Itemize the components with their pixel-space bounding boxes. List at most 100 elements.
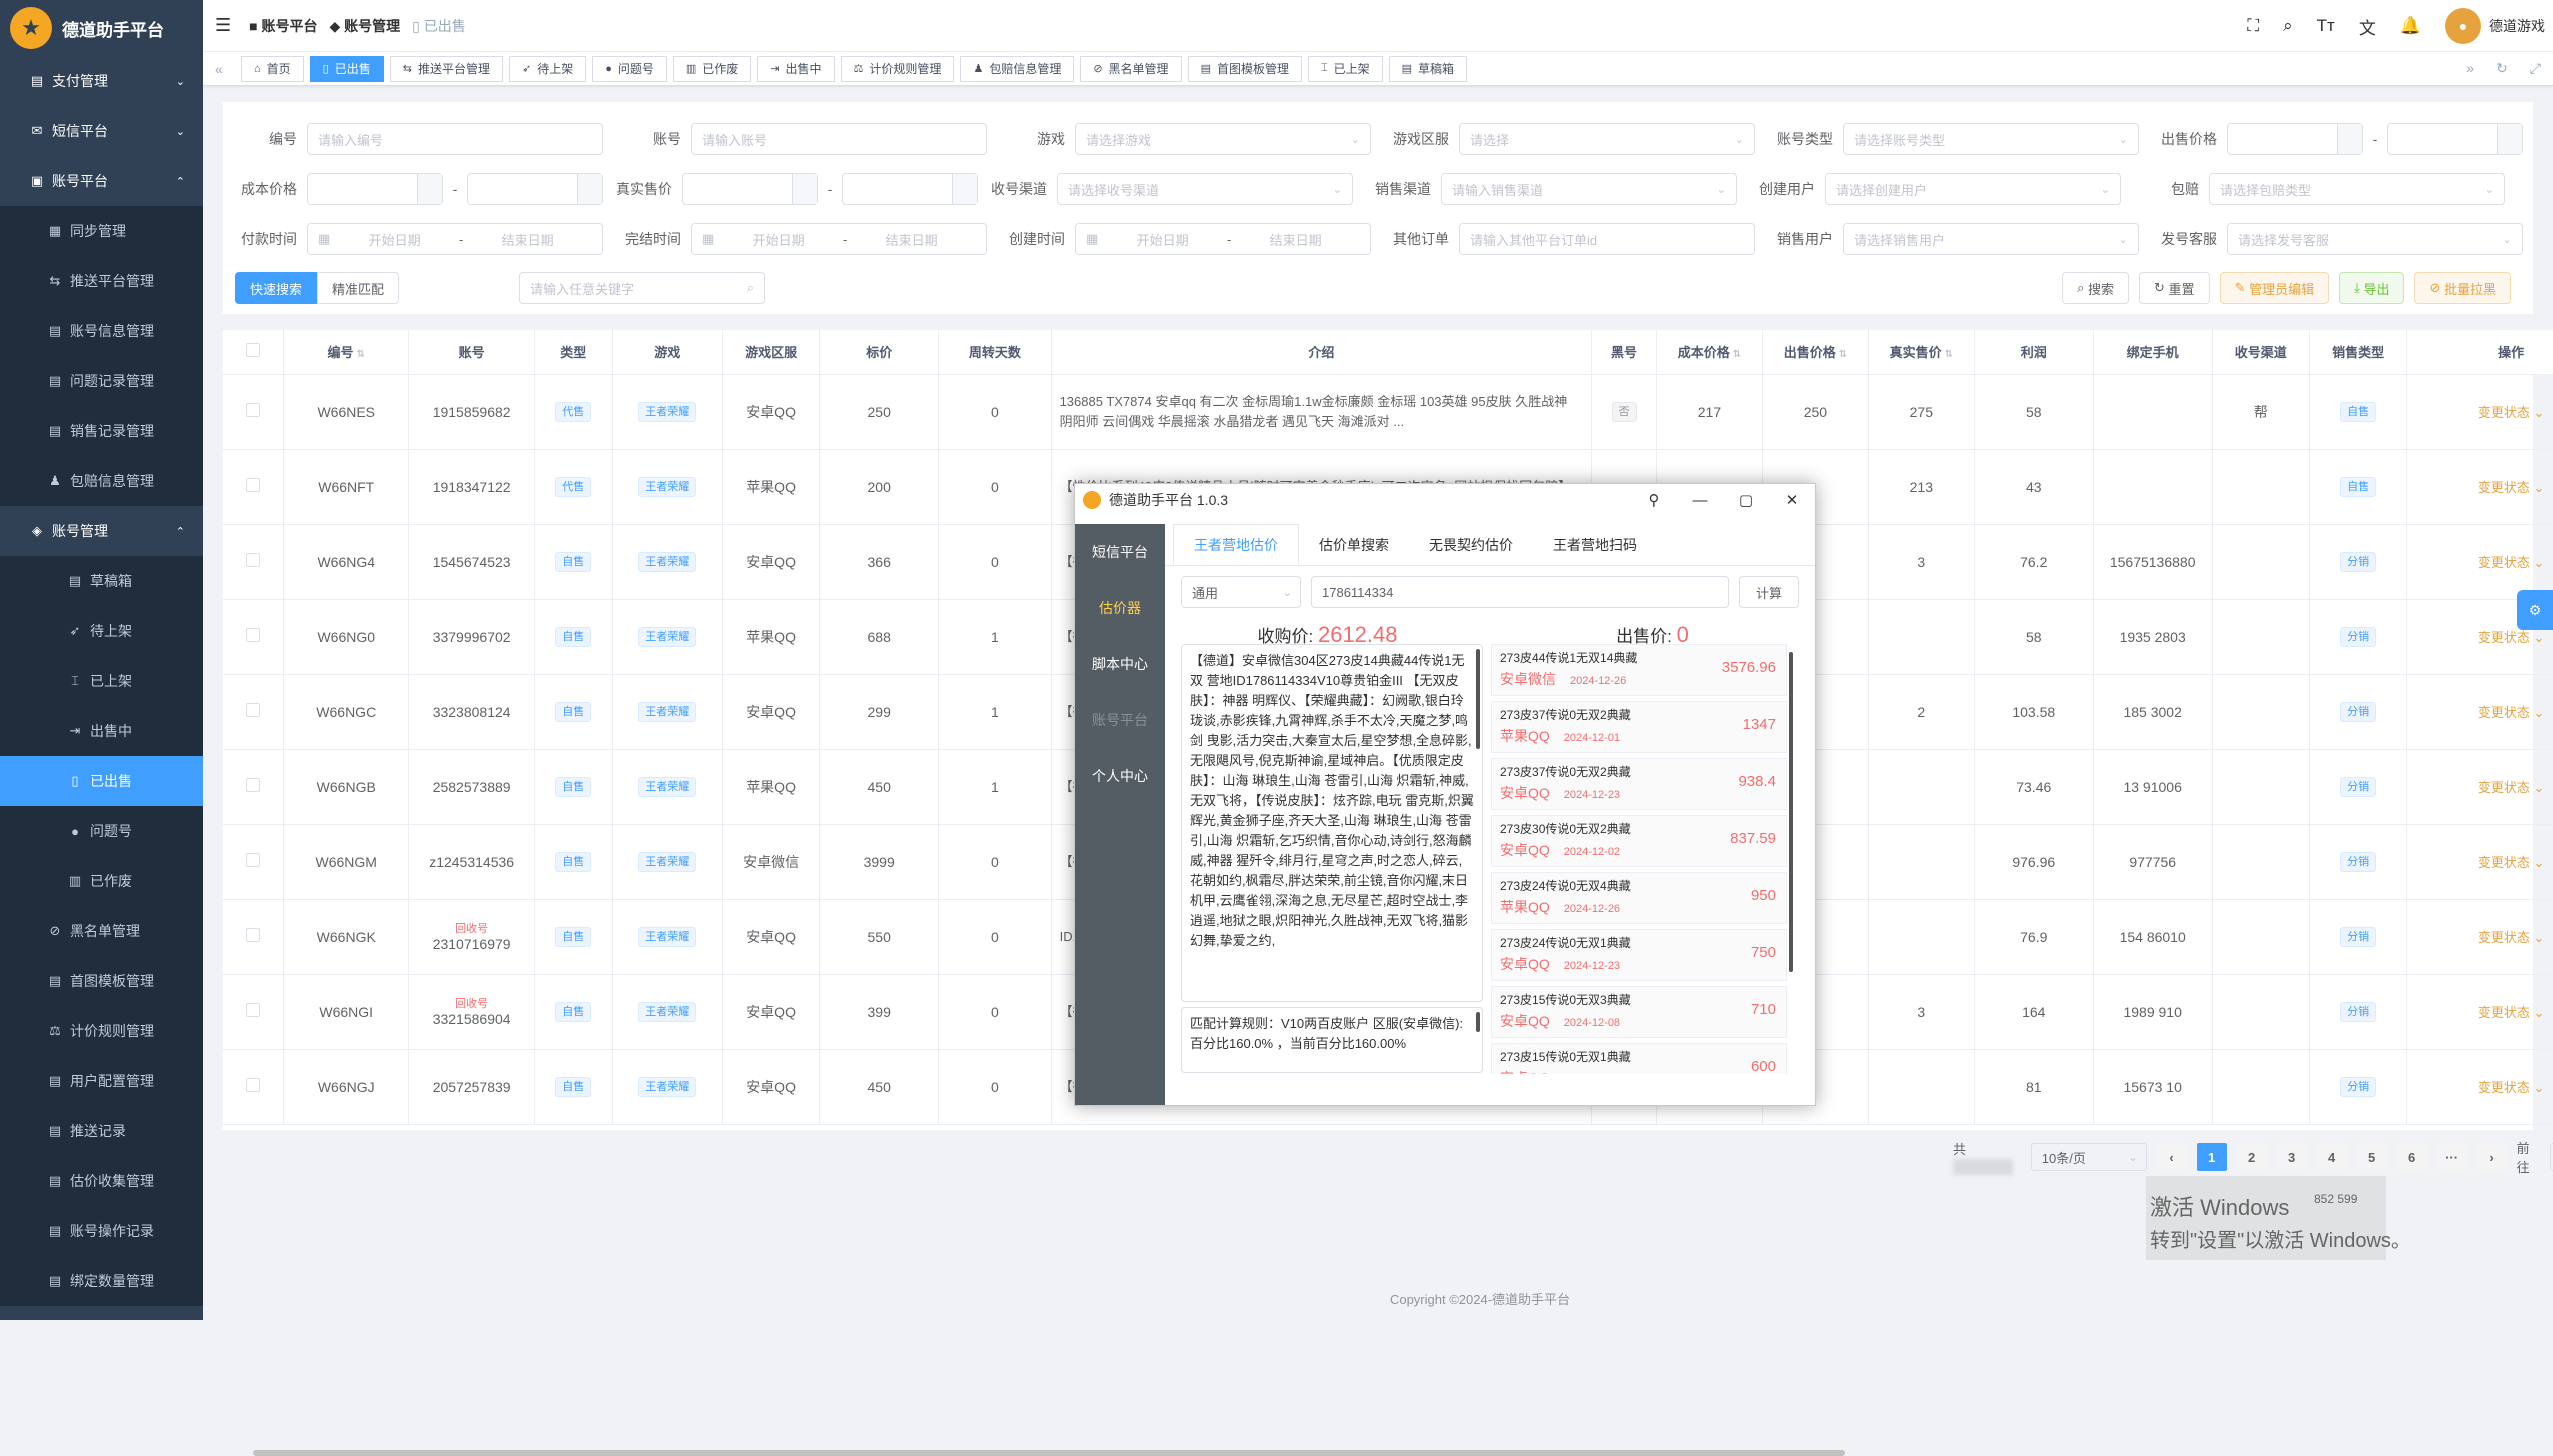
bell-icon[interactable]: 🔔 <box>2400 16 2421 36</box>
tab-已上架[interactable]: ⌶ 已上架 <box>1307 55 1383 82</box>
change-status-dropdown[interactable]: 变更状态 <box>2478 855 2530 870</box>
estimator-tab[interactable]: 无畏契约估价 <box>1409 524 1533 565</box>
sidebar-item[interactable]: ▤ 估价收集管理 <box>0 1156 203 1206</box>
window-titlebar[interactable]: 德道助手平台 1.0.3 ⚲ — ▢ ✕ <box>1075 484 1815 516</box>
maximize-button[interactable]: ▢ <box>1723 491 1769 509</box>
calculate-button[interactable]: 计算 <box>1739 576 1799 608</box>
real-price-max[interactable] <box>842 173 978 205</box>
next-page-button[interactable]: › <box>2476 1143 2507 1171</box>
checkbox-cell[interactable] <box>223 599 285 675</box>
account-id-input[interactable]: 1786114334 <box>1311 576 1729 608</box>
sidebar-item[interactable]: ⊘ 黑名单管理 <box>0 906 203 956</box>
horizontal-scrollbar[interactable] <box>253 1450 1845 1456</box>
tab-首页[interactable]: ⌂ 首页 <box>241 55 304 82</box>
checkbox-cell[interactable] <box>223 524 285 600</box>
window-nav-item[interactable]: 个人中心 <box>1075 748 1165 804</box>
tab-首图模板管理[interactable]: ▤ 首图模板管理 <box>1187 55 1302 82</box>
page-button[interactable]: 5 <box>2356 1143 2387 1171</box>
cost-price-min[interactable] <box>307 173 443 205</box>
filter-r3-1-input[interactable]: 请选择销售用户 ⌄ <box>1843 223 2139 255</box>
sidebar-item[interactable]: ♟ 包赔信息管理 <box>0 456 203 506</box>
checkbox-cell[interactable] <box>223 449 285 525</box>
checkbox-cell[interactable] <box>223 899 285 975</box>
checkbox-cell[interactable] <box>223 374 285 450</box>
estimator-tab[interactable]: 估价单搜索 <box>1299 524 1409 565</box>
comparable-item[interactable]: 273皮15传说0无双3典藏 安卓QQ 2024-12-08 710 <box>1491 986 1787 1038</box>
window-nav-item[interactable]: 短信平台 <box>1075 524 1165 580</box>
checkbox[interactable] <box>246 928 261 942</box>
translate-icon[interactable]: 文 <box>2359 14 2376 39</box>
checkbox[interactable] <box>246 553 261 567</box>
sort-icon[interactable]: ⇅ <box>1733 349 1741 360</box>
sidebar-item[interactable]: ▦ 同步管理 <box>0 206 203 256</box>
sidebar-item[interactable]: ⇆ 推送平台管理 <box>0 256 203 306</box>
checkbox[interactable] <box>246 778 261 792</box>
filter-r2-1-input[interactable]: 请输入销售渠道 ⌄ <box>1441 173 1737 205</box>
page-button[interactable]: 3 <box>2276 1143 2307 1171</box>
sidebar-item[interactable]: ▥ 已作废 <box>0 856 203 906</box>
real-price-min[interactable] <box>682 173 818 205</box>
expand-icon[interactable]: ⤢ <box>2530 60 2541 77</box>
date-range-picker[interactable]: ▦ 开始日期 - 结束日期 <box>307 223 603 255</box>
page-button[interactable]: 2 <box>2236 1143 2267 1171</box>
pin-icon[interactable]: ⚲ <box>1631 491 1677 509</box>
checkbox[interactable] <box>246 478 261 492</box>
mode-select[interactable]: 通用 ⌄ <box>1181 576 1301 608</box>
checkbox[interactable] <box>246 628 261 642</box>
quick-search-button[interactable]: 快速搜索 <box>235 272 318 304</box>
change-status-dropdown[interactable]: 变更状态 <box>2478 1080 2530 1095</box>
estimator-tab[interactable]: 王者营地估价 <box>1173 524 1299 565</box>
sidebar-item[interactable]: ➶ 待上架 <box>0 606 203 656</box>
page-button[interactable]: 1 <box>2196 1143 2227 1171</box>
tab-问题号[interactable]: ● 问题号 <box>592 55 667 82</box>
sidebar-item[interactable]: ✉ 短信平台 ⌄ <box>0 106 203 156</box>
estimator-tab[interactable]: 王者营地扫码 <box>1533 524 1657 565</box>
comparable-item[interactable]: 273皮30传说0无双2典藏 安卓QQ 2024-12-02 837.59 <box>1491 815 1787 867</box>
sort-icon[interactable]: ⇅ <box>1945 349 1953 360</box>
checkbox[interactable] <box>246 853 261 867</box>
tab-草稿箱[interactable]: ▤ 草稿箱 <box>1388 55 1468 82</box>
comparable-item[interactable]: 273皮44传说1无双14典藏 安卓微信 2024-12-26 3576.96 <box>1491 644 1787 696</box>
checkbox[interactable] <box>246 1078 261 1092</box>
avatar[interactable]: ● <box>2445 8 2481 44</box>
user-name[interactable]: 德道游戏 <box>2489 16 2545 36</box>
sidebar-item[interactable]: ▤ 草稿箱 <box>0 556 203 606</box>
filter-r3-0-input[interactable]: 请输入其他平台订单id <box>1459 223 1755 255</box>
filter-r2-0-input[interactable]: 请选择收号渠道 ⌄ <box>1057 173 1353 205</box>
comparable-item[interactable]: 273皮37传说0无双2典藏 苹果QQ 2024-12-01 1347 <box>1491 701 1787 753</box>
change-status-dropdown[interactable]: 变更状态 <box>2478 555 2530 570</box>
sidebar-item[interactable]: ▤ 绑定数量管理 <box>0 1256 203 1306</box>
date-range-picker[interactable]: ▦ 开始日期 - 结束日期 <box>1075 223 1371 255</box>
tab-出售中[interactable]: ⇥ 出售中 <box>757 55 835 82</box>
tab-已作废[interactable]: ▥ 已作废 <box>672 55 752 82</box>
font-size-icon[interactable]: Tт <box>2317 16 2335 36</box>
scrollbar[interactable] <box>1789 652 1793 972</box>
sidebar-item[interactable]: ◈ 账号管理 ⌃ <box>0 506 203 556</box>
search-button[interactable]: ⌕ 搜索 <box>2062 272 2130 304</box>
page-button[interactable]: 4 <box>2316 1143 2347 1171</box>
change-status-dropdown[interactable]: 变更状态 <box>2478 405 2530 420</box>
sort-icon[interactable]: ⇅ <box>357 349 365 360</box>
change-status-dropdown[interactable]: 变更状态 <box>2478 705 2530 720</box>
scrollbar[interactable] <box>1476 649 1480 749</box>
sidebar-item[interactable]: ▤ 支付管理 ⌄ <box>0 56 203 106</box>
table-row[interactable]: W66NES 1915859682 代售 王者荣耀 安卓QQ 250 0 136885 TX7… <box>223 374 2553 450</box>
sidebar-item[interactable]: ▯ 已出售 <box>0 756 203 806</box>
sidebar-item[interactable]: ▤ 问题记录管理 <box>0 356 203 406</box>
minimize-button[interactable]: — <box>1677 492 1723 509</box>
date-range-picker[interactable]: ▦ 开始日期 - 结束日期 <box>691 223 987 255</box>
refresh-icon[interactable]: ↻ <box>2496 60 2508 77</box>
page-button[interactable]: 6 <box>2396 1143 2427 1171</box>
page-size-select[interactable]: 10条/页 ⌄ <box>2030 1143 2147 1171</box>
select-all-cell[interactable] <box>223 330 285 375</box>
tab-已出售[interactable]: ▯ 已出售 <box>309 55 384 82</box>
sidebar-item[interactable]: ▤ 账号操作记录 <box>0 1206 203 1256</box>
tab-待上架[interactable]: ➶ 待上架 <box>508 55 587 82</box>
sidebar-item[interactable]: ▤ 销售记录管理 <box>0 406 203 456</box>
close-button[interactable]: ✕ <box>1769 491 1815 509</box>
prev-page-button[interactable]: ‹ <box>2156 1143 2187 1171</box>
checkbox[interactable] <box>246 343 261 358</box>
checkbox-cell[interactable] <box>223 1049 285 1125</box>
sidebar-item[interactable]: ⇥ 出售中 <box>0 706 203 756</box>
tab-推送平台管理[interactable]: ⇆ 推送平台管理 <box>389 55 503 82</box>
